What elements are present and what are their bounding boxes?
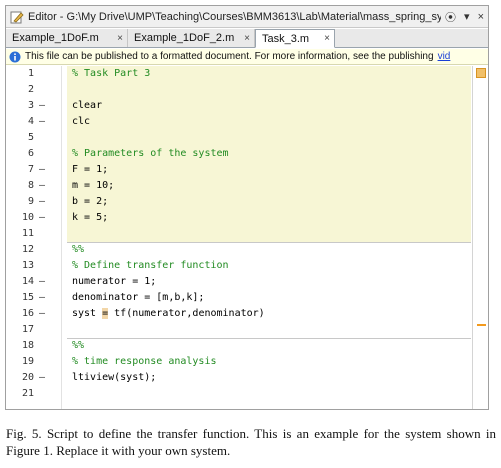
breakpoint-dash[interactable]: — xyxy=(39,370,45,386)
code-comment: %% xyxy=(72,244,85,255)
line-number: 19 xyxy=(21,356,34,367)
code-text: b = 2; xyxy=(72,196,109,207)
code-text: denominator = [m,b,k]; xyxy=(72,292,205,303)
code-line[interactable]: 3 — clear xyxy=(6,98,488,114)
panel-menu-button[interactable]: ⦿ xyxy=(441,9,460,25)
tab-label: Example_1DoF.m xyxy=(12,32,99,44)
code-line[interactable]: 2 xyxy=(6,82,488,98)
code-comment: % Task Part 3 xyxy=(72,68,151,79)
line-number: 11 xyxy=(21,228,34,239)
editor-scrollbar[interactable] xyxy=(472,66,488,409)
line-number: 21 xyxy=(21,388,34,399)
line-number: 8 xyxy=(27,180,34,191)
line-number: 12 xyxy=(21,244,34,255)
line-number: 13 xyxy=(21,260,34,271)
code-text: F = 1; xyxy=(72,164,109,175)
info-text: This file can be published to a formatte… xyxy=(25,51,434,62)
tab-close-icon[interactable]: × xyxy=(244,33,250,44)
tab-example-1dof-2[interactable]: Example_1DoF_2.m × xyxy=(128,29,255,47)
line-number: 15 xyxy=(21,292,34,303)
tab-label: Example_1DoF_2.m xyxy=(134,32,235,44)
tab-example-1dof[interactable]: Example_1DoF.m × xyxy=(6,29,128,47)
matlab-editor-window: Editor - G:\My Drive\UMP\Teaching\Course… xyxy=(5,5,489,410)
line-number: 7 xyxy=(27,164,34,175)
breakpoint-dash[interactable]: — xyxy=(39,210,45,226)
info-message: This file can be published to a formatte… xyxy=(25,51,488,62)
code-line[interactable]: 1 % Task Part 3 xyxy=(6,66,488,82)
editor-title-bar: Editor - G:\My Drive\UMP\Teaching\Course… xyxy=(6,6,488,28)
code-line[interactable]: 12%% xyxy=(6,242,488,258)
breakpoint-dash[interactable]: — xyxy=(39,114,45,130)
line-number: 5 xyxy=(27,132,34,143)
code-analyzer-status-icon[interactable] xyxy=(476,68,486,78)
code-line[interactable]: 4 — clc xyxy=(6,114,488,130)
code-text: numerator = 1; xyxy=(72,276,157,287)
code-line[interactable]: 19 % time response analysis xyxy=(6,354,488,370)
window-options-button[interactable]: ▾ xyxy=(460,10,474,23)
code-editor[interactable]: 1 % Task Part 3 2 3 — clear 4 — clc 5 6 % Parameter… xyxy=(6,66,488,409)
info-icon xyxy=(9,51,21,62)
tab-task-3[interactable]: Task_3.m × xyxy=(255,29,335,48)
code-line[interactable]: 6 % Parameters of the system xyxy=(6,146,488,162)
line-number: 10 xyxy=(21,212,34,223)
code-text: k = 5; xyxy=(72,212,109,223)
line-number: 18 xyxy=(21,340,34,351)
code-comment: % time response analysis xyxy=(72,356,217,367)
code-text: ltiview(syst); xyxy=(72,372,157,383)
code-line[interactable]: 15 — denominator = [m,b,k]; xyxy=(6,290,488,306)
code-line[interactable]: 8 — m = 10; xyxy=(6,178,488,194)
code-line[interactable]: 20 — ltiview(syst); xyxy=(6,370,488,386)
code-line[interactable]: 18%% xyxy=(6,338,488,354)
code-line[interactable]: 17 xyxy=(6,322,488,338)
line-number: 3 xyxy=(27,100,34,111)
line-number: 6 xyxy=(27,148,34,159)
window-title: Editor - G:\My Drive\UMP\Teaching\Course… xyxy=(28,10,442,23)
code-line[interactable]: 21 xyxy=(6,386,488,402)
line-number: 17 xyxy=(21,324,34,335)
line-number: 4 xyxy=(27,116,34,127)
line-number: 9 xyxy=(27,196,34,207)
code-text: clear xyxy=(72,100,103,111)
code-line[interactable]: 7 — F = 1; xyxy=(6,162,488,178)
code-analyzer-warning-highlight[interactable]: = xyxy=(102,308,109,319)
line-number: 20 xyxy=(21,372,34,383)
tab-close-icon[interactable]: × xyxy=(324,33,330,44)
code-line[interactable]: 5 xyxy=(6,130,488,146)
breakpoint-dash[interactable]: — xyxy=(39,306,45,322)
breakpoint-dash[interactable]: — xyxy=(39,194,45,210)
code-text: syst = tf(numerator,denominator) xyxy=(72,308,265,319)
editor-pencil-icon xyxy=(10,11,24,23)
code-text: clc xyxy=(72,116,91,127)
breakpoint-dash[interactable]: — xyxy=(39,162,45,178)
publish-info-bar: This file can be published to a formatte… xyxy=(6,49,488,65)
warning-marker-flag[interactable] xyxy=(477,324,486,326)
code-line[interactable]: 16 — syst = tf(numerator,denominator) xyxy=(6,306,488,322)
tab-label: Task_3.m xyxy=(262,32,310,45)
code-comment: % Define transfer function xyxy=(72,260,229,271)
document-tab-bar: Example_1DoF.m × Example_1DoF_2.m × Task… xyxy=(6,29,488,48)
code-comment: % Parameters of the system xyxy=(72,148,229,159)
breakpoint-dash[interactable]: — xyxy=(39,290,45,306)
window-close-button[interactable]: × xyxy=(474,11,488,23)
tab-close-icon[interactable]: × xyxy=(117,33,123,44)
code-text: m = 10; xyxy=(72,180,115,191)
line-number: 2 xyxy=(27,84,34,95)
publishing-video-link[interactable]: vid xyxy=(438,51,451,62)
code-line[interactable]: 11 xyxy=(6,226,488,242)
code-line[interactable]: 14 — numerator = 1; xyxy=(6,274,488,290)
figure-caption: Fig. 5. Script to define the transfer fu… xyxy=(6,426,496,458)
line-number: 1 xyxy=(27,68,34,79)
line-number: 16 xyxy=(21,308,34,319)
code-line[interactable]: 10 — k = 5; xyxy=(6,210,488,226)
code-line[interactable]: 13 % Define transfer function xyxy=(6,258,488,274)
breakpoint-dash[interactable]: — xyxy=(39,178,45,194)
line-number: 14 xyxy=(21,276,34,287)
breakpoint-dash[interactable]: — xyxy=(39,274,45,290)
breakpoint-dash[interactable]: — xyxy=(39,98,45,114)
code-line[interactable]: 9 — b = 2; xyxy=(6,194,488,210)
code-comment: %% xyxy=(72,340,85,351)
